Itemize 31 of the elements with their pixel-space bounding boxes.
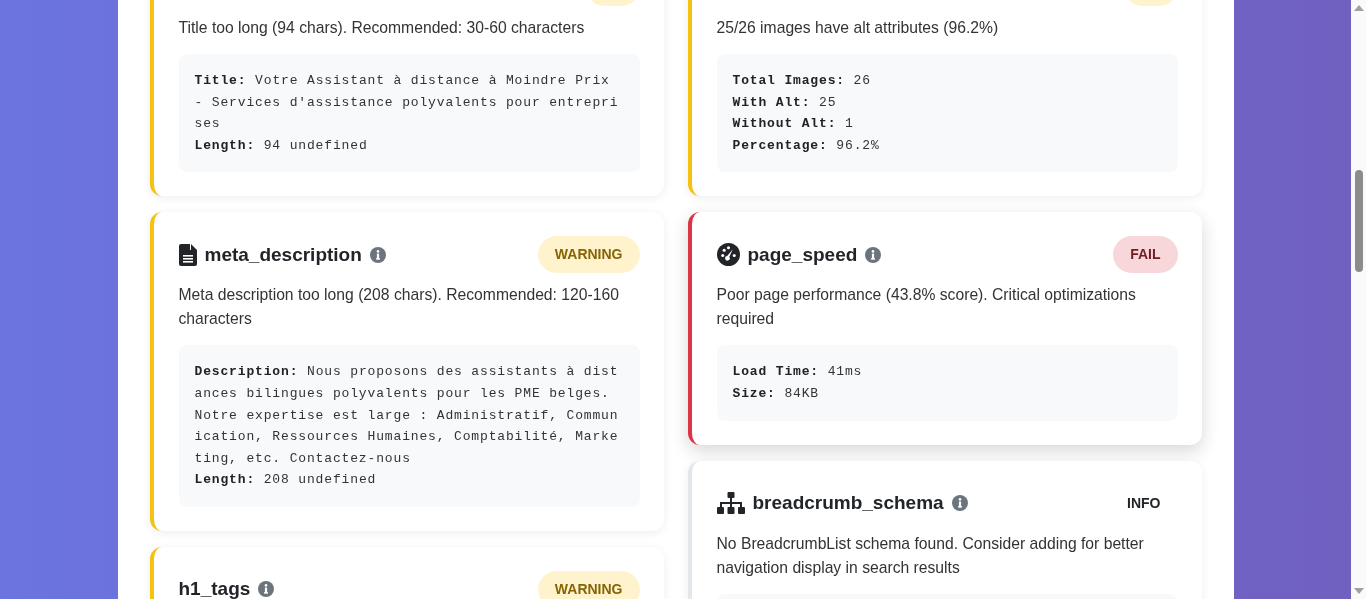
- detail-line: Percentage: 96.2%: [732, 136, 881, 155]
- detail-line: With Alt: 25: [732, 93, 838, 112]
- detail-line: Size: 84KB: [732, 384, 821, 403]
- check-message: No BreadcrumbList schema found. Consider adding for better navigation display in search results: [716, 533, 1145, 578]
- document-icon: [178, 243, 197, 266]
- check-message: Title too long (94 chars). Recommended: 30-60 characters: [178, 18, 586, 38]
- detail-line: Total Images: 26: [732, 72, 872, 90]
- info-icon[interactable]: [258, 581, 275, 598]
- check-message: Meta description too long (208 chars). Recommended: 120-160 characters: [178, 285, 620, 330]
- status-badge: FAIL: [1113, 236, 1178, 274]
- status-badge: WARNING: [537, 236, 640, 274]
- gauge-icon: [716, 243, 740, 267]
- sitemap-icon: [716, 492, 745, 515]
- status-badge: WARNING: [537, 570, 640, 599]
- status-label: INFO: [1126, 493, 1162, 513]
- detail-line: Description: Nous proposons des assistants à distances bilingues polyvalents pour les PME belges. Notre expertise est large : Administratif, Communication, Ressources Humaines, Comptabilité, Marketing, etc. Contactez-nous: [194, 363, 620, 468]
- scrollbar-thumb[interactable]: [1355, 170, 1363, 272]
- check-title: page_speed: [747, 243, 858, 266]
- info-icon[interactable]: [369, 246, 386, 263]
- info-icon[interactable]: [951, 495, 968, 512]
- detail-line: Length: 94 undefined: [194, 136, 369, 155]
- check-title: h1_tags: [178, 578, 251, 599]
- check-title: meta_description: [204, 243, 362, 266]
- check-message: 25/26 images have alt attributes (96.2%): [716, 18, 1000, 38]
- check-title: breadcrumb_schema: [752, 492, 944, 515]
- check-message: Poor page performance (43.8% score). Critical optimizations required: [716, 285, 1137, 330]
- info-icon[interactable]: [865, 246, 882, 263]
- detail-line: Title: Votre Assistant à distance à Moindre Prix - Services d'assistance polyvalents pour entreprises: [194, 72, 620, 134]
- detail-line: Load Time: 41ms: [732, 363, 864, 382]
- detail-line: Without Alt: 1: [732, 115, 855, 134]
- detail-line: Length: 208 undefined: [194, 471, 378, 490]
